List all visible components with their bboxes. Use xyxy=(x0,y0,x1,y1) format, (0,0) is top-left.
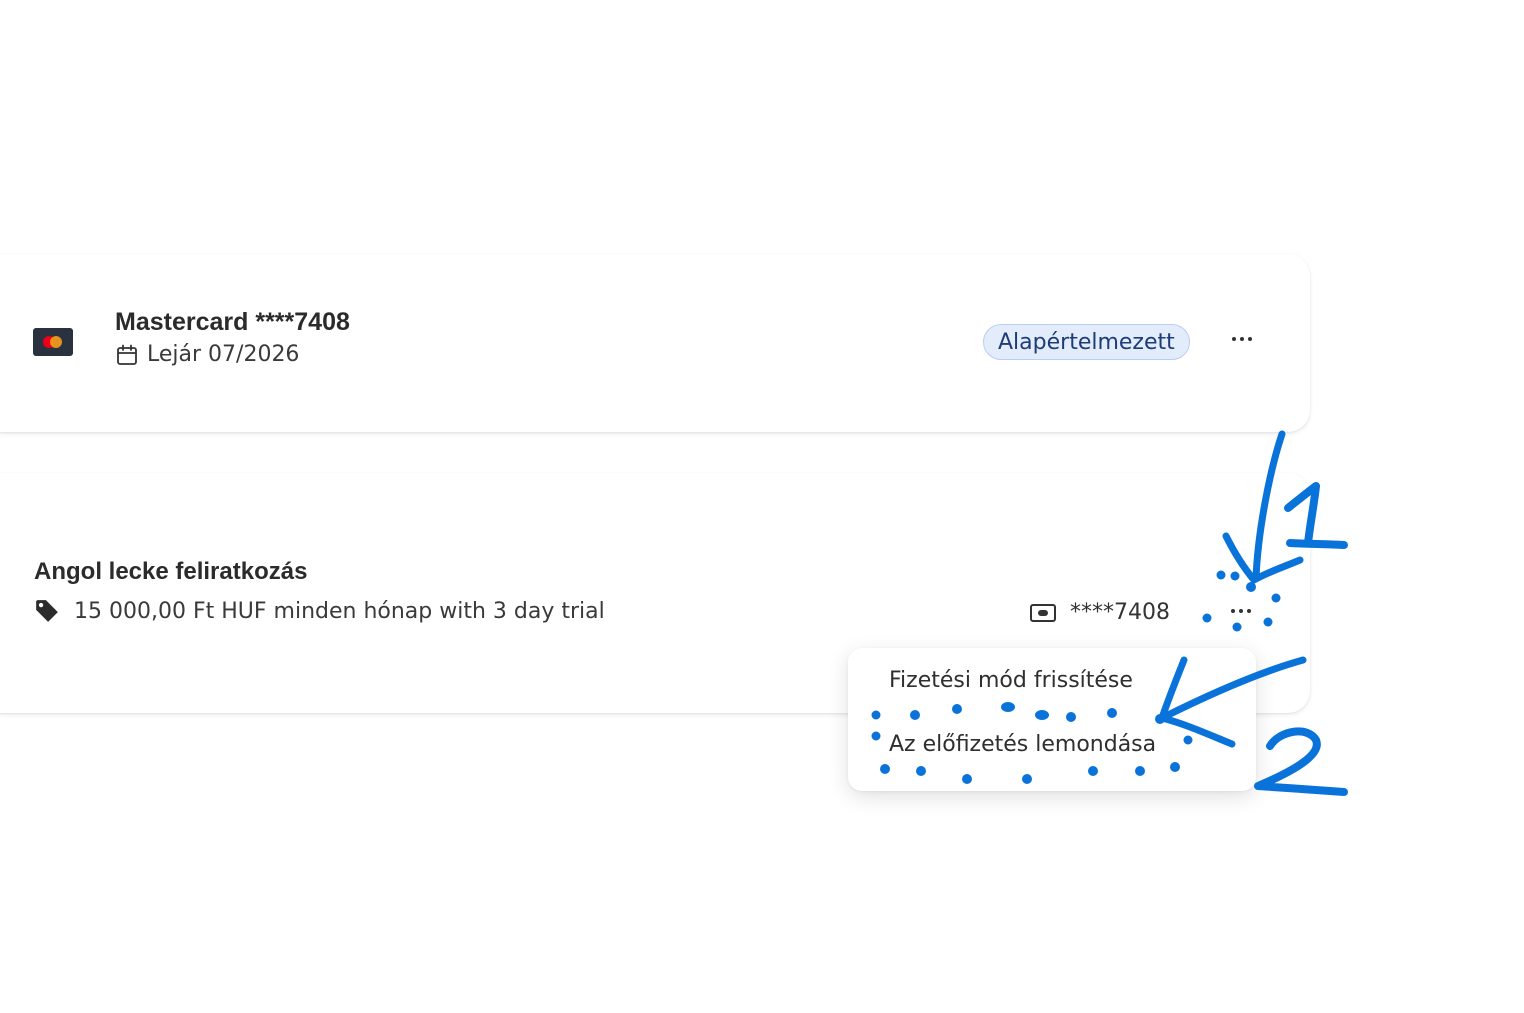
tag-icon xyxy=(36,600,58,622)
card-ref-text: ****7408 xyxy=(1070,600,1170,625)
credit-card-icon xyxy=(1030,603,1056,622)
subscription-payment-method: ****7408 xyxy=(1030,600,1170,625)
page: Mastercard ****7408 Lejár 07/2026 Alapér… xyxy=(0,0,1524,1013)
expiry-text: Lejár 07/2026 xyxy=(147,342,300,367)
payment-method-card: Mastercard ****7408 Lejár 07/2026 Alapér… xyxy=(0,254,1310,432)
price-text: 15 000,00 Ft HUF minden hónap with 3 day… xyxy=(74,598,605,624)
subscription-actions-menu: Fizetési mód frissítése Az előfizetés le… xyxy=(848,648,1256,791)
mastercard-icon xyxy=(33,328,73,356)
subscription-title: Angol lecke feliratkozás xyxy=(34,558,308,585)
menu-item-cancel-subscription[interactable]: Az előfizetés lemondása xyxy=(889,732,1156,757)
label-2 xyxy=(1254,727,1348,796)
payment-method-more-button[interactable] xyxy=(1226,327,1258,351)
calendar-icon xyxy=(117,344,137,365)
more-horizontal-icon xyxy=(1232,337,1252,341)
menu-item-update-payment-method[interactable]: Fizetési mód frissítése xyxy=(889,668,1133,693)
card-expiry: Lejár 07/2026 xyxy=(115,342,299,367)
subscription-more-button[interactable] xyxy=(1225,599,1257,623)
card-label: Mastercard ****7408 xyxy=(115,308,350,336)
subscription-price: 15 000,00 Ft HUF minden hónap with 3 day… xyxy=(34,598,605,624)
default-badge: Alapértelmezett xyxy=(983,324,1190,360)
more-horizontal-icon xyxy=(1231,609,1251,613)
